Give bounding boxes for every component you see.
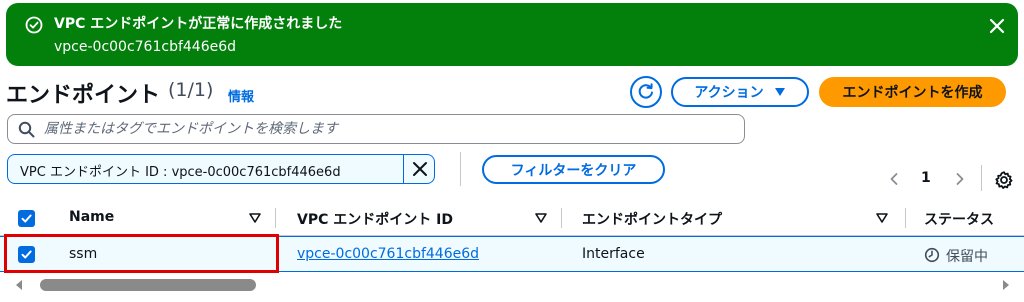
actions-label: アクション xyxy=(694,85,764,101)
page-number[interactable]: 1 xyxy=(921,170,931,186)
column-header-endpoint-type[interactable]: エンドポイントタイプ xyxy=(582,209,722,229)
cell-endpoint-type: Interface xyxy=(582,246,645,262)
clear-filters-button[interactable]: フィルターをクリア xyxy=(482,155,665,184)
banner-title: VPC エンドポイントが正常に作成されました xyxy=(54,16,343,32)
chevron-left-icon[interactable] xyxy=(886,171,902,187)
item-count: (1/1) xyxy=(168,79,214,101)
column-header-status[interactable]: ステータス xyxy=(924,209,994,229)
row-checkbox[interactable] xyxy=(18,246,35,263)
search-box xyxy=(7,114,745,144)
column-divider xyxy=(905,208,906,228)
select-all-checkbox[interactable] xyxy=(18,210,35,227)
sort-caret-icon[interactable] xyxy=(876,213,888,223)
check-circle-icon xyxy=(25,16,43,34)
checkmark-icon xyxy=(21,250,32,259)
column-header-endpoint-id[interactable]: VPC エンドポイント ID xyxy=(297,209,453,229)
column-header-name[interactable]: Name xyxy=(69,209,114,225)
page: VPC エンドポイントが正常に作成されました vpce-0c00c761cbf4… xyxy=(0,0,1024,302)
close-icon[interactable] xyxy=(986,15,1008,37)
table-header: Name VPC エンドポイント ID エンドポイントタイプ ステータス xyxy=(0,201,1024,236)
pending-clock-icon xyxy=(924,247,940,263)
cell-endpoint-id-link[interactable]: vpce-0c00c761cbf446e6d xyxy=(297,246,479,262)
info-link[interactable]: 情報 xyxy=(228,86,254,105)
search-icon xyxy=(18,121,35,138)
cell-name: ssm xyxy=(69,246,98,262)
refresh-icon xyxy=(638,83,653,99)
chevron-right-icon[interactable] xyxy=(952,171,968,187)
checkmark-icon xyxy=(21,214,32,223)
pagination-divider xyxy=(981,165,982,191)
table-row[interactable]: ssm vpce-0c00c761cbf446e6d Interface 保留中 xyxy=(0,236,1024,272)
gear-icon[interactable] xyxy=(994,170,1014,190)
scroll-left-icon[interactable] xyxy=(13,279,25,291)
sort-caret-icon[interactable] xyxy=(535,213,547,223)
horizontal-scrollbar-thumb[interactable] xyxy=(40,279,256,291)
caret-down-icon xyxy=(774,88,785,96)
search-input[interactable] xyxy=(44,119,734,139)
banner-subtitle: vpce-0c00c761cbf446e6d xyxy=(54,39,237,55)
cell-status: 保留中 xyxy=(946,249,988,265)
refresh-button[interactable] xyxy=(630,76,662,108)
actions-dropdown-button[interactable]: アクション xyxy=(671,77,809,107)
page-title: エンドポイント xyxy=(6,83,161,108)
create-endpoint-button[interactable]: エンドポイントを作成 xyxy=(819,77,1006,107)
scroll-right-icon[interactable] xyxy=(1000,279,1012,291)
remove-filter-icon[interactable] xyxy=(410,159,430,179)
column-divider xyxy=(561,208,562,228)
filter-divider xyxy=(460,152,461,186)
column-divider xyxy=(275,208,276,228)
sort-caret-icon[interactable] xyxy=(249,213,261,223)
success-banner: VPC エンドポイントが正常に作成されました vpce-0c00c761cbf4… xyxy=(6,3,1018,66)
filter-token-divider xyxy=(403,155,404,183)
filter-token-label: VPC エンドポイント ID : vpce-0c00c761cbf446e6d xyxy=(20,165,341,180)
filter-token: VPC エンドポイント ID : vpce-0c00c761cbf446e6d xyxy=(7,154,435,184)
